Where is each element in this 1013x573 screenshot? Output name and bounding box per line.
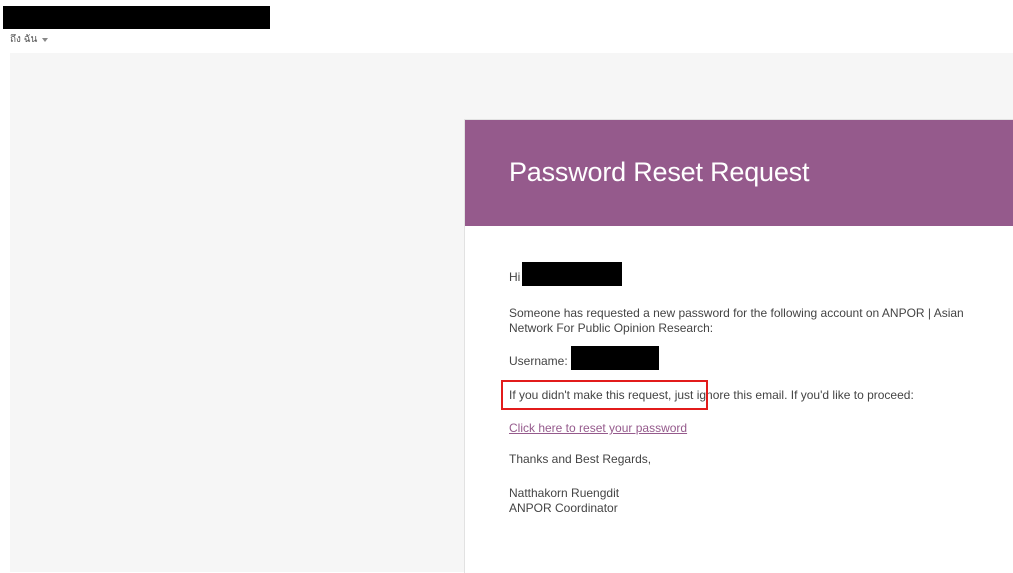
reset-password-link[interactable]: Click here to reset your password [509,421,687,436]
username-redacted [571,346,659,370]
sender-name-redacted [3,6,270,29]
recipient-label: ถึง ฉัน [10,34,38,45]
email-body: Password Reset Request Hi Someone has re… [10,53,1013,573]
greeting: Hi [509,270,521,284]
recipient-name-redacted [522,262,622,286]
request-paragraph: Someone has requested a new password for… [509,306,964,335]
recipient-details-toggle[interactable]: ถึง ฉัน [10,32,49,47]
reset-link-highlight-box [501,380,708,410]
card-title: Password Reset Request [509,157,810,187]
chevron-down-icon [42,38,49,42]
password-reset-card: Password Reset Request Hi Someone has re… [464,119,1013,573]
signature-name: Natthakorn Ruengdit [509,486,620,500]
closing-text: Thanks and Best Regards, [509,452,652,466]
signature-title: ANPOR Coordinator [509,501,618,515]
username-label: Username: [509,354,568,368]
card-header: Password Reset Request [465,120,1013,226]
